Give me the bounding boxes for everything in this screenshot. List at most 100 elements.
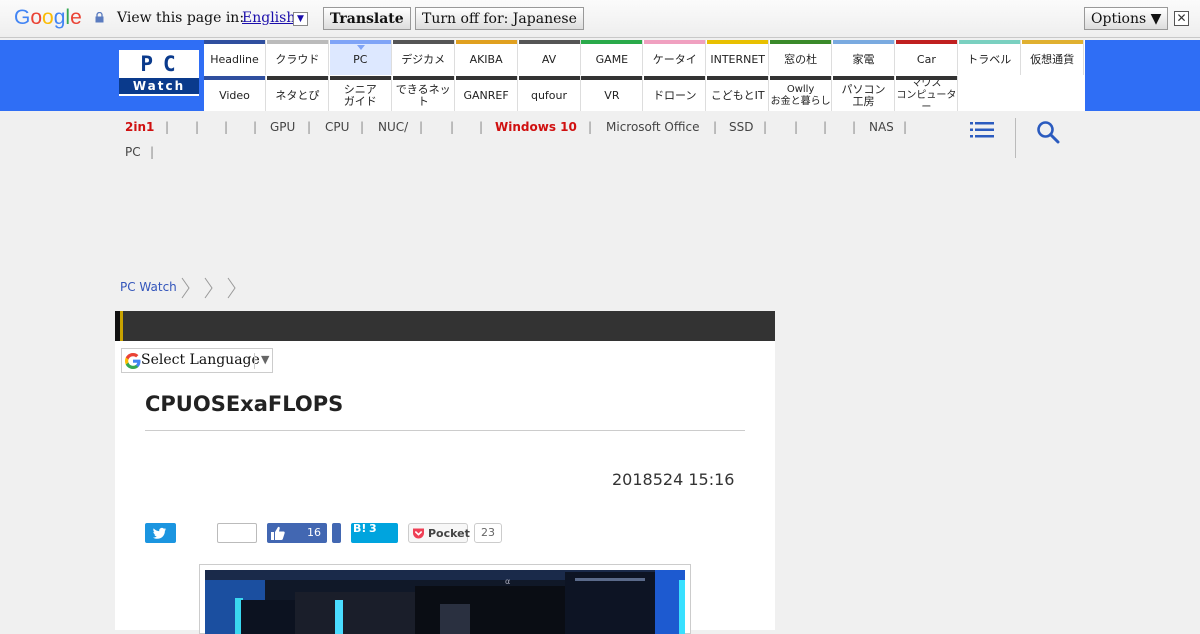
google-logo: Google <box>14 6 82 30</box>
breadcrumb-chevron-icon <box>204 277 213 299</box>
tag-link[interactable]: GPU <box>270 120 295 134</box>
nav-item-label: Car <box>916 52 936 66</box>
nav-item[interactable]: できるネット <box>392 76 455 111</box>
tag-link[interactable]: SSD <box>729 120 753 134</box>
header-divider <box>1015 118 1016 158</box>
nav-item[interactable]: Owlly お金と暮らし <box>770 76 833 111</box>
nav-color-bar <box>707 76 769 80</box>
nav-item-label: AKIBA <box>469 52 503 66</box>
nav-color-bar <box>455 76 517 80</box>
logo-watch-text: Watch <box>119 78 199 94</box>
nav-color-bar <box>770 40 832 44</box>
nav-item[interactable]: ドローン <box>644 76 707 111</box>
nav-color-bar <box>329 40 391 44</box>
nav-color-bar <box>455 40 517 44</box>
nav-color-bar <box>833 40 894 44</box>
tweet-count-box <box>217 523 257 543</box>
translate-button[interactable]: Translate <box>323 7 411 30</box>
tag-separator: | <box>852 120 857 134</box>
nav-item[interactable]: INTERNET <box>707 40 770 75</box>
twitter-bird-icon <box>153 527 167 539</box>
tag-link[interactable]: CPU <box>325 120 349 134</box>
nav-item[interactable]: qufour <box>518 76 581 111</box>
nav-item-label: AV <box>541 52 557 66</box>
pocket-button[interactable]: Pocket <box>408 523 470 543</box>
google-logo-letter: o <box>42 6 54 29</box>
tag-link[interactable]: Microsoft Office <box>606 120 699 134</box>
nav-item[interactable]: トラベル <box>958 40 1021 75</box>
nav-item[interactable]: 家電 <box>833 40 895 75</box>
nav-item[interactable]: VR <box>581 76 644 111</box>
nav-item[interactable]: パソコン 工房 <box>833 76 895 111</box>
google-logo-letter: o <box>30 6 43 29</box>
article-title: CPUOSExaFLOPS <box>145 392 344 416</box>
nav-item-label: デジカメ <box>401 52 446 66</box>
translate-language-link[interactable]: English <box>242 10 295 26</box>
nav-item[interactable]: GANREF <box>455 76 518 111</box>
breadcrumb-home[interactable]: PC Watch <box>120 280 177 294</box>
hatena-bookmark-button[interactable]: B! 3 <box>351 522 398 543</box>
facebook-share-edge[interactable] <box>332 523 341 543</box>
close-icon[interactable]: ✕ <box>1174 11 1189 26</box>
menu-icon[interactable] <box>970 120 994 140</box>
tag-link[interactable]: NAS <box>869 120 894 134</box>
nav-item[interactable]: クラウド <box>266 40 329 75</box>
svg-text:α: α <box>505 577 510 586</box>
nav-item[interactable]: 仮想通貨 <box>1021 40 1084 75</box>
nav-item-label: GAME <box>595 52 629 66</box>
pocket-count: 23 <box>474 523 502 543</box>
nav-item-label: qufour <box>530 88 568 102</box>
tag-link[interactable]: NUC/ <box>378 120 408 134</box>
google-logo-letter: g <box>53 6 66 29</box>
tag-separator: | <box>713 120 718 134</box>
select-language-dropdown[interactable]: Select Language ▼ <box>121 348 273 373</box>
tag-separator: | <box>307 120 312 134</box>
dropdown-divider <box>254 353 255 369</box>
search-icon[interactable] <box>1036 120 1060 144</box>
google-logo-letter: e <box>70 6 82 29</box>
nav-color-bar <box>770 76 832 80</box>
tag-separator: | <box>224 120 229 134</box>
nav-item-label: ドローン <box>653 88 697 102</box>
nav-color-bar <box>204 76 265 80</box>
nav-item[interactable]: こどもとIT <box>707 76 770 111</box>
article-header-bar <box>115 311 775 341</box>
tag-separator: | <box>360 120 365 134</box>
language-dropdown-icon[interactable]: ▼ <box>293 12 308 26</box>
nav-item[interactable]: ケータイ <box>644 40 707 75</box>
tag-separator: | <box>794 120 799 134</box>
pc-watch-logo[interactable]: PC Watch <box>119 50 199 96</box>
nav-item-label: Owlly お金と暮らし <box>770 83 831 107</box>
tag-separator: | <box>479 120 484 134</box>
nav-item[interactable]: Car <box>895 40 958 75</box>
nav-item[interactable]: デジカメ <box>392 40 455 75</box>
tag-link[interactable]: 2in1 <box>125 120 154 134</box>
nav-item-label: こどもとIT <box>710 88 765 102</box>
tag-link[interactable]: Windows 10 <box>495 120 577 134</box>
facebook-count: 16 <box>307 526 321 539</box>
breadcrumb-chevron-icon <box>227 277 236 299</box>
nav-item[interactable]: AKIBA <box>455 40 518 75</box>
hatena-label: B! <box>353 522 367 535</box>
article-date: 2018524 15:16 <box>612 470 735 489</box>
tag-link[interactable]: PC <box>125 145 141 159</box>
nav-item-label: シニア ガイド <box>343 82 377 108</box>
tag-separator: | <box>450 120 455 134</box>
nav-item[interactable]: AV <box>518 40 581 75</box>
nav-color-bar <box>392 76 454 80</box>
nav-item[interactable]: Headline <box>204 40 266 75</box>
options-button[interactable]: Options ▼ <box>1084 7 1169 30</box>
facebook-like-button[interactable]: 16 <box>267 523 327 543</box>
nav-item[interactable]: PC <box>329 40 392 75</box>
nav-item[interactable]: 窓の杜 <box>770 40 833 75</box>
tag-separator: | <box>588 120 593 134</box>
article-photo[interactable]: α <box>205 570 685 634</box>
nav-item[interactable]: シニア ガイド <box>329 76 392 111</box>
nav-color-bar <box>833 76 894 80</box>
nav-item[interactable]: ネタとぴ <box>266 76 329 111</box>
twitter-share-button[interactable] <box>145 523 176 543</box>
nav-item[interactable]: Video <box>204 76 266 111</box>
nav-item[interactable]: マウス コンピューター <box>895 76 958 113</box>
turn-off-button[interactable]: Turn off for: Japanese <box>415 7 584 30</box>
nav-item[interactable]: GAME <box>581 40 644 75</box>
